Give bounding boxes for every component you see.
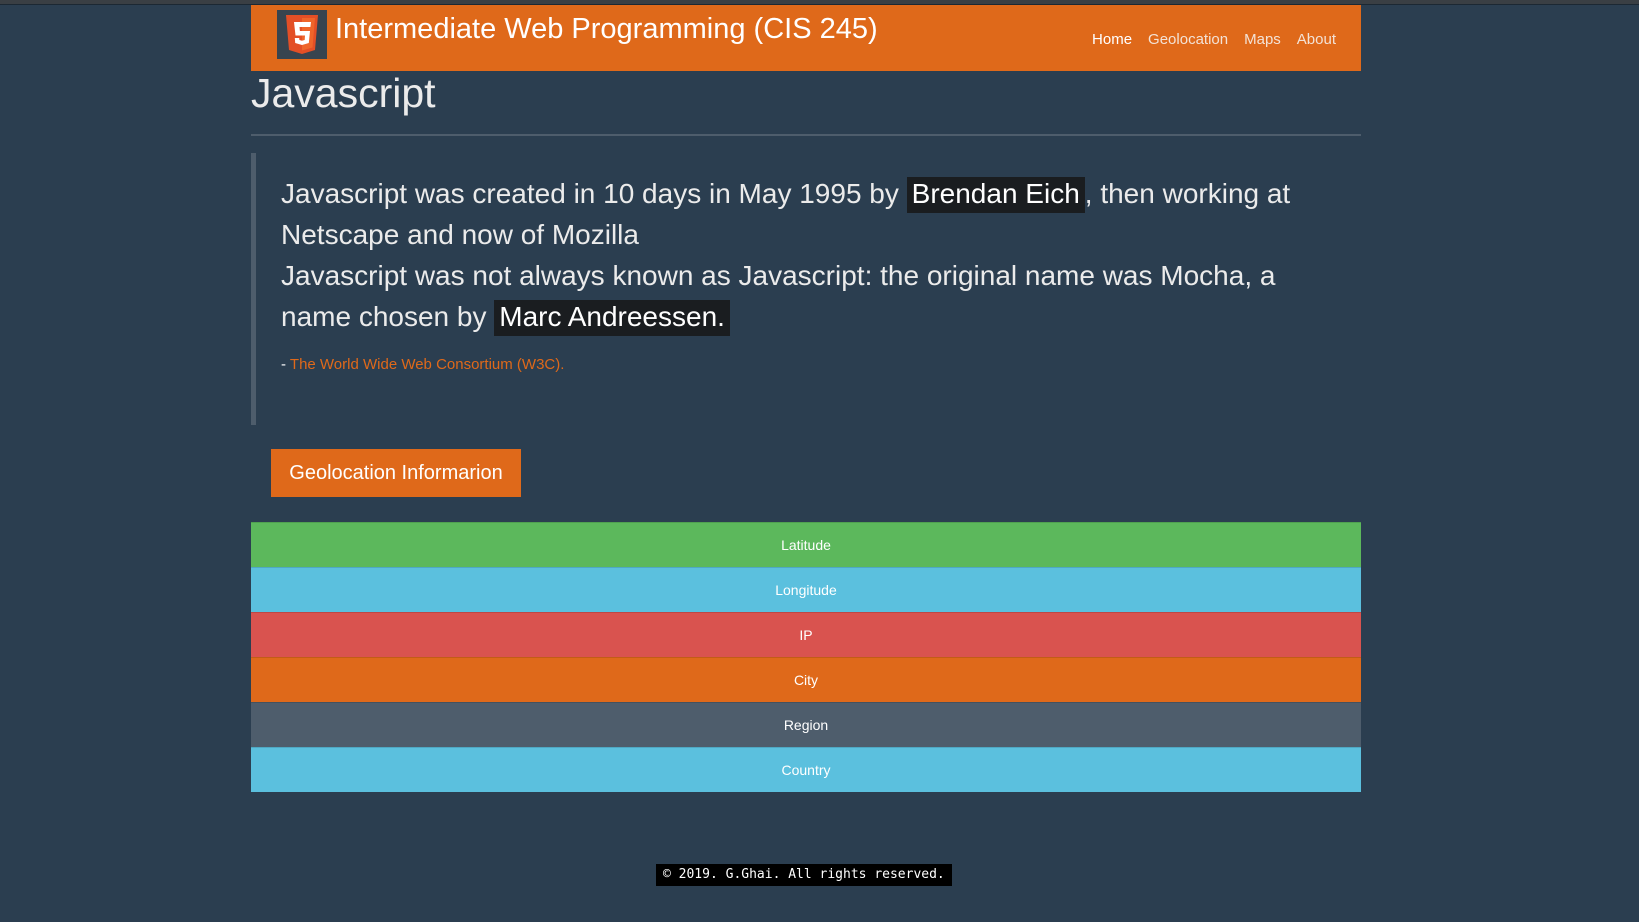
nav-maps[interactable]: Maps	[1244, 31, 1281, 48]
geolocation-info-button[interactable]: Geolocation Informarion	[271, 449, 521, 497]
quote-line2-start: Javascript was not always known as Javas…	[281, 260, 1276, 332]
highlight-brendan-eich: Brendan Eich	[906, 177, 1085, 213]
info-row-city: City	[251, 657, 1361, 702]
info-row-region: Region	[251, 702, 1361, 747]
nav-geolocation[interactable]: Geolocation	[1148, 31, 1228, 48]
quote-block: Javascript was created in 10 days in May…	[251, 153, 1361, 425]
page-title: Javascript	[251, 70, 436, 116]
nav-home[interactable]: Home	[1092, 31, 1132, 48]
quote-source: - The World Wide Web Consortium (W3C).	[281, 356, 564, 373]
info-row-longitude: Longitude	[251, 567, 1361, 612]
source-dash: -	[281, 356, 286, 373]
navbar: Intermediate Web Programming (CIS 245) H…	[251, 5, 1361, 71]
geolocation-info-table: Latitude Longitude IP City Region Countr…	[251, 522, 1361, 792]
main-nav: Home Geolocation Maps About	[1092, 31, 1336, 48]
site-title[interactable]: Intermediate Web Programming (CIS 245)	[335, 13, 878, 46]
title-divider	[251, 134, 1361, 136]
quote-text: Javascript was created in 10 days in May…	[281, 173, 1331, 337]
source-link-w3c[interactable]: The World Wide Web Consortium (W3C).	[290, 356, 565, 373]
highlight-marc-andreessen: Marc Andreessen.	[494, 300, 730, 336]
info-row-ip: IP	[251, 612, 1361, 657]
footer-copyright: © 2019. G.Ghai. All rights reserved.	[656, 864, 952, 886]
quote-line1-start: Javascript was created in 10 days in May…	[281, 178, 907, 209]
info-row-country: Country	[251, 747, 1361, 792]
nav-about[interactable]: About	[1297, 31, 1336, 48]
html5-logo-icon[interactable]	[277, 10, 327, 59]
info-row-latitude: Latitude	[251, 522, 1361, 567]
